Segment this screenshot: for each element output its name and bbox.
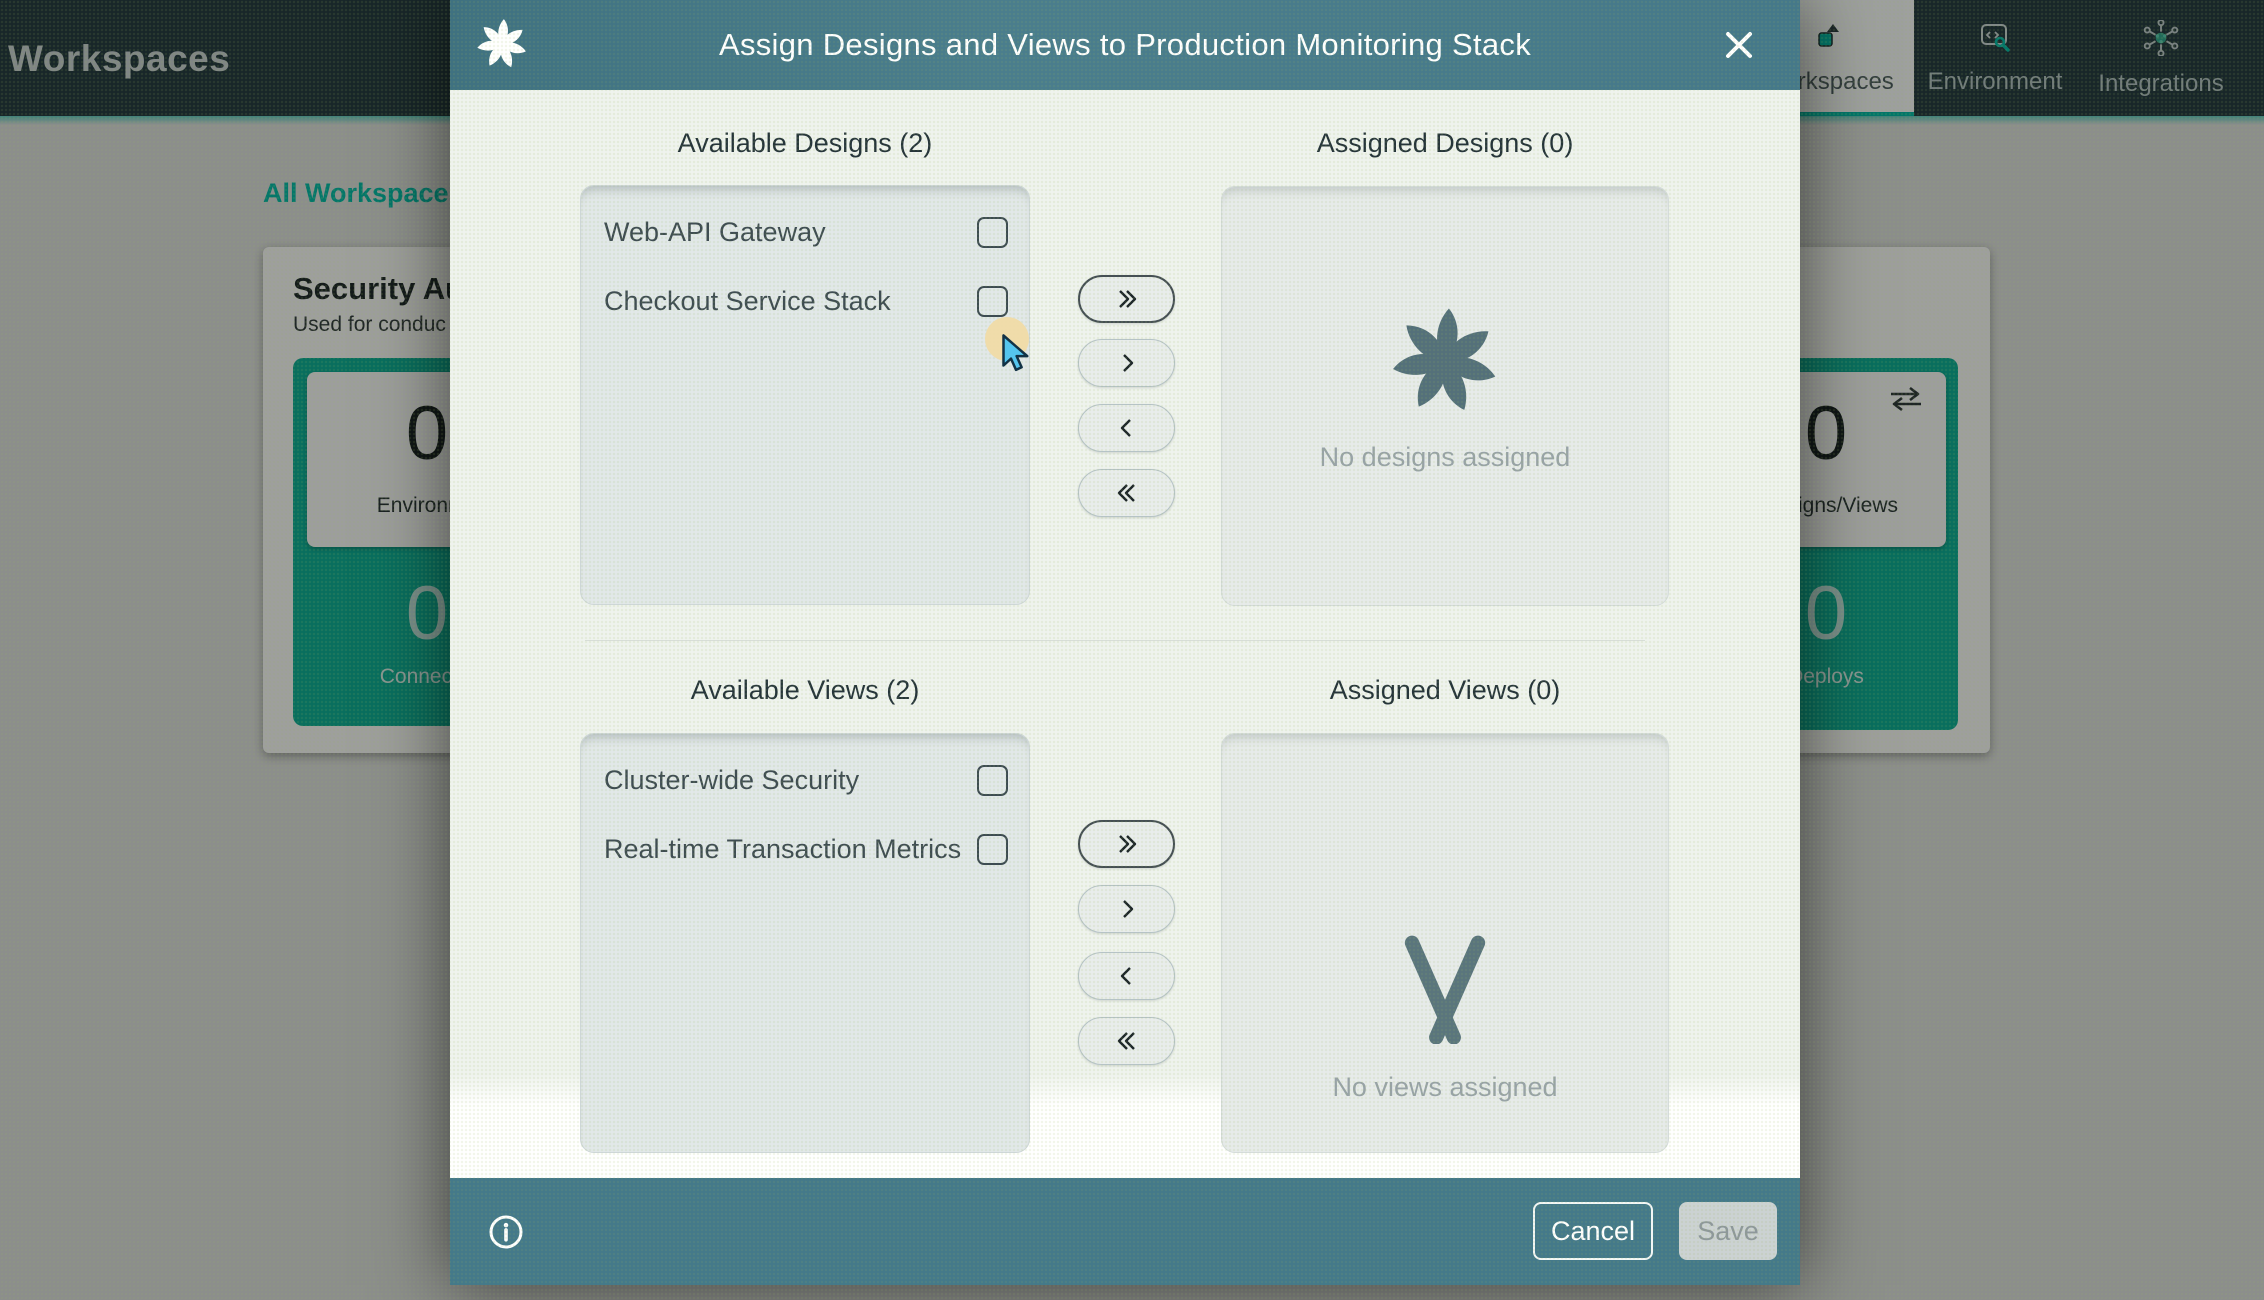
available-views-heading: Available Views (2) [580, 675, 1030, 706]
chevron-double-right-icon [1114, 287, 1140, 311]
assigned-designs-panel: No designs assigned [1221, 186, 1669, 606]
screen: Workspaces Workspaces Environment [0, 0, 2264, 1300]
cancel-button[interactable]: Cancel [1533, 1202, 1653, 1260]
info-button[interactable] [488, 1214, 524, 1250]
modal-header: Assign Designs and Views to Production M… [450, 0, 1800, 90]
chevron-double-left-icon [1114, 1029, 1140, 1053]
design-checkbox[interactable] [977, 286, 1008, 317]
chevron-left-icon [1115, 964, 1139, 988]
modal-footer: Cancel Save [450, 1178, 1800, 1285]
view-checkbox[interactable] [977, 765, 1008, 796]
chevron-right-icon [1115, 351, 1139, 375]
modal-body: Available Designs (2) Assigned Designs (… [450, 90, 1800, 1178]
chevron-double-left-icon [1114, 481, 1140, 505]
close-icon [1724, 30, 1754, 60]
no-views-assigned-text: No views assigned [1332, 1072, 1557, 1103]
design-item-row[interactable]: Checkout Service Stack [604, 283, 1008, 319]
save-button[interactable]: Save [1679, 1202, 1777, 1260]
assigned-views-heading: Assigned Views (0) [1220, 675, 1670, 706]
move-all-left-designs-button[interactable] [1078, 469, 1175, 517]
available-views-list: Cluster-wide Security Real-time Transact… [580, 733, 1030, 1153]
chevron-left-icon [1115, 416, 1139, 440]
view-item-row[interactable]: Cluster-wide Security [604, 762, 1008, 798]
close-button[interactable] [1720, 26, 1758, 64]
design-item-label: Web-API Gateway [604, 217, 826, 248]
info-icon [488, 1214, 524, 1250]
move-left-designs-button[interactable] [1078, 404, 1175, 452]
assigned-designs-heading: Assigned Designs (0) [1220, 128, 1670, 159]
spiral-design-icon [1386, 302, 1504, 420]
section-divider [585, 640, 1645, 641]
view-item-label: Real-time Transaction Metrics [604, 834, 961, 865]
design-item-label: Checkout Service Stack [604, 286, 891, 317]
view-checkbox[interactable] [977, 834, 1008, 865]
no-designs-assigned-text: No designs assigned [1320, 442, 1571, 473]
view-item-row[interactable]: Real-time Transaction Metrics [604, 831, 1008, 867]
assigned-views-panel: No views assigned [1221, 733, 1669, 1153]
views-v-icon [1390, 934, 1500, 1044]
move-all-left-views-button[interactable] [1078, 1017, 1175, 1065]
design-checkbox[interactable] [977, 217, 1008, 248]
move-right-designs-button[interactable] [1078, 339, 1175, 387]
cursor-pointer-icon [1001, 333, 1031, 373]
chevron-double-right-icon [1114, 832, 1140, 856]
available-designs-heading: Available Designs (2) [580, 128, 1030, 159]
move-right-views-button[interactable] [1078, 885, 1175, 933]
move-left-views-button[interactable] [1078, 952, 1175, 1000]
view-item-label: Cluster-wide Security [604, 765, 859, 796]
design-item-row[interactable]: Web-API Gateway [604, 214, 1008, 250]
assign-designs-views-modal: Assign Designs and Views to Production M… [450, 0, 1800, 1285]
modal-title: Assign Designs and Views to Production M… [450, 0, 1800, 90]
move-all-right-views-button[interactable] [1078, 820, 1175, 868]
available-designs-list: Web-API Gateway Checkout Service Stack [580, 185, 1030, 605]
chevron-right-icon [1115, 897, 1139, 921]
move-all-right-designs-button[interactable] [1078, 275, 1175, 323]
